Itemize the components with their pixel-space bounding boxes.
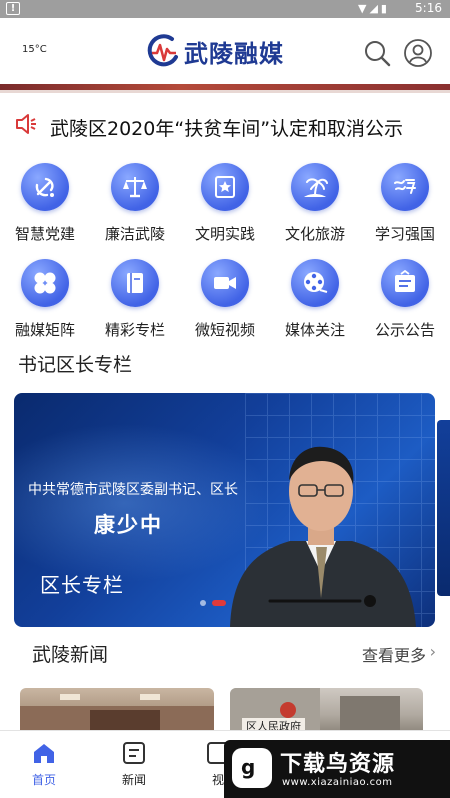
status-bar: ! ▼◢▮ 5:16: [0, 0, 450, 18]
banner-subtitle: 中共常德市武陵区委副书记、区长: [28, 482, 238, 498]
user-profile-icon[interactable]: [403, 38, 433, 68]
grid-item-clean-wuling[interactable]: 廉洁武陵: [90, 163, 180, 253]
nav-label: 新闻: [121, 773, 146, 787]
header-banner-strip: [0, 84, 450, 93]
news-icon: [123, 742, 145, 764]
view-more-link[interactable]: 查看更多: [362, 642, 426, 666]
book-icon: [111, 259, 159, 307]
video-camera-icon: [201, 259, 249, 307]
palm-island-icon: [291, 163, 339, 211]
watermark-logo-glyph: g: [241, 755, 256, 779]
grid-item-label: 智慧党建: [14, 225, 75, 243]
grid-item-label: 文明实践: [194, 225, 255, 243]
justice-scale-icon: [111, 163, 159, 211]
party-emblem-icon: [21, 163, 69, 211]
site-watermark: g 下载鸟资源 www.xiazainiao.com: [224, 740, 450, 798]
column-banner[interactable]: 中共常德市武陵区委副书记、区长 康少中 区长专栏: [14, 393, 435, 627]
warning-icon: !: [6, 2, 20, 15]
grid-item-label: 公示公告: [374, 321, 435, 339]
app-header: 15°C 武陵融媒: [0, 18, 450, 86]
notice-marquee[interactable]: 武陵区2020年“扶贫车间”认定和取消公示: [0, 106, 450, 146]
film-reel-icon: [291, 259, 339, 307]
news-section-title: 武陵新闻: [32, 644, 109, 666]
pagination-dot-active[interactable]: [212, 600, 226, 606]
search-icon[interactable]: [363, 39, 391, 67]
logo-text: 武陵融媒: [184, 39, 284, 68]
notice-board-icon: [381, 259, 429, 307]
nav-item-news[interactable]: 新闻: [114, 741, 154, 788]
grid-item-label: 精彩专栏: [104, 321, 165, 339]
weather-temperature: 15°C: [22, 44, 47, 55]
banner-pagination[interactable]: [200, 600, 226, 606]
grid-item-label: 融媒矩阵: [14, 321, 75, 339]
grid-item-civilization-practice[interactable]: 文明实践: [180, 163, 270, 253]
pagination-dot[interactable]: [200, 600, 206, 606]
banner-caption: 区长专栏: [40, 573, 124, 597]
news-card[interactable]: 区人民政府: [230, 688, 423, 732]
watermark-url: www.xiazainiao.com: [282, 777, 393, 788]
chevron-right-icon[interactable]: ›: [430, 642, 436, 661]
news-section-header: 武陵新闻 查看更多 ›: [0, 636, 450, 666]
grid-item-label: 文化旅游: [284, 225, 345, 243]
grid-item-label: 廉洁武陵: [104, 225, 165, 243]
xuexi-script-icon: [381, 163, 429, 211]
grid-item-label: 媒体关注: [284, 321, 345, 339]
speaker-icon: [16, 114, 36, 134]
star-badge-icon: [201, 163, 249, 211]
next-banner-peek[interactable]: [437, 420, 450, 596]
grid-item-public-notice[interactable]: 公示公告: [360, 259, 450, 349]
watermark-logo-icon: g: [232, 748, 272, 788]
banner-name: 康少中: [94, 513, 163, 537]
grid-item-media-matrix[interactable]: 融媒矩阵: [0, 259, 90, 349]
status-time: 5:16: [415, 1, 442, 15]
watermark-title: 下载鸟资源: [280, 752, 396, 777]
grid-item-party-building[interactable]: 智慧党建: [0, 163, 90, 253]
matrix-petals-icon: [21, 259, 69, 307]
grid-item-micro-video[interactable]: 微短视频: [180, 259, 270, 349]
grid-item-media-attention[interactable]: 媒体关注: [270, 259, 360, 349]
grid-item-culture-tourism[interactable]: 文化旅游: [270, 163, 360, 253]
nav-label: 首页: [31, 773, 56, 787]
grid-item-label: 微短视频: [194, 321, 255, 339]
grid-item-featured-column[interactable]: 精彩专栏: [90, 259, 180, 349]
signal-icons: ▼◢▮: [358, 2, 390, 15]
news-card[interactable]: [20, 688, 214, 732]
grid-item-xuexi-qiangguo[interactable]: 学习强国: [360, 163, 450, 253]
news-card-image: [20, 694, 214, 732]
grid-item-label: 学习强国: [374, 225, 435, 243]
logo-mark-icon: [147, 34, 178, 67]
home-icon: [34, 744, 54, 763]
notice-text[interactable]: 武陵区2020年“扶贫车间”认定和取消公示: [50, 114, 403, 141]
official-portrait-image: [230, 446, 416, 627]
app-logo: 武陵融媒: [146, 32, 284, 70]
nav-item-home[interactable]: 首页: [24, 741, 64, 788]
section-title-column: 书记区长专栏: [18, 354, 133, 376]
